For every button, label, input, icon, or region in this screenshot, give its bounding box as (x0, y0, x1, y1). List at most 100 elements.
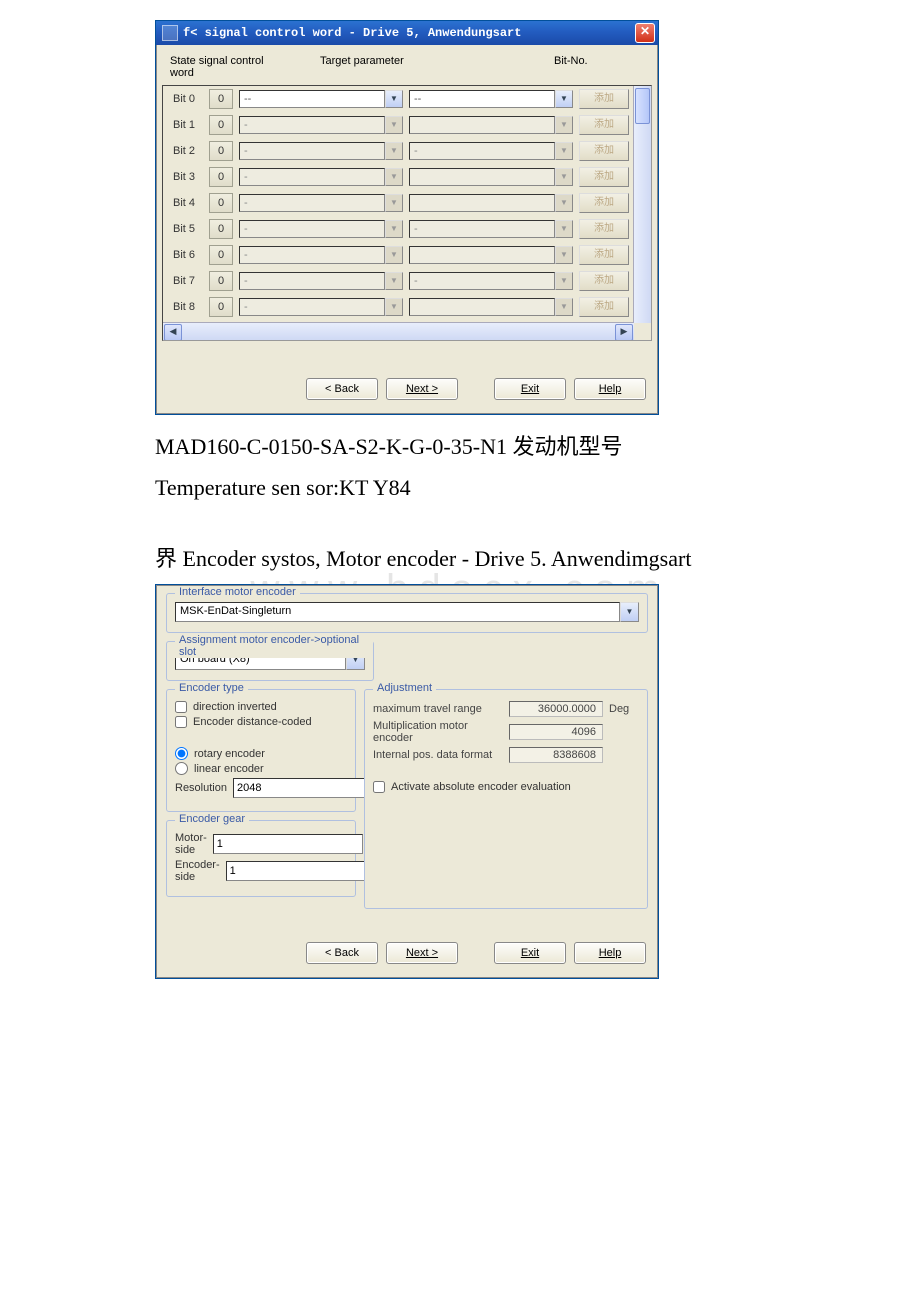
bit-value: 0 (209, 141, 233, 161)
assignment-legend: Assignment motor encoder->optional slot (175, 634, 373, 658)
target-parameter-combo: -▼ (239, 194, 403, 212)
next-button[interactable]: Next > (386, 378, 458, 400)
close-icon[interactable]: ✕ (635, 23, 655, 43)
bit-label: Bit 0 (173, 93, 203, 105)
assignment-fieldset: Assignment motor encoder->optional slot … (166, 641, 374, 681)
chevron-down-icon[interactable]: ▼ (620, 602, 639, 622)
scroll-right-icon[interactable]: ▶ (615, 324, 633, 341)
target-parameter-combo: -▼ (239, 142, 403, 160)
bit-value: 0 (209, 193, 233, 213)
motor-side-input[interactable] (213, 834, 363, 854)
target-parameter-combo[interactable]: --▼ (239, 90, 403, 108)
rotary-encoder-radio[interactable]: rotary encoder (175, 747, 347, 760)
bitno-combo: ▼ (409, 116, 573, 134)
target-parameter-combo: -▼ (239, 272, 403, 290)
chevron-down-icon[interactable]: ▼ (555, 90, 573, 108)
chevron-down-icon: ▼ (555, 298, 573, 316)
bitno-combo: -▼ (409, 142, 573, 160)
bit-label: Bit 8 (173, 301, 203, 313)
chevron-down-icon: ▼ (385, 246, 403, 264)
adjustment-fieldset: Adjustment maximum travel range 36000.00… (364, 689, 648, 909)
encoder-gear-legend: Encoder gear (175, 813, 249, 825)
horizontal-scrollbar[interactable]: ◀ ▶ (163, 322, 634, 340)
bit-label: Bit 4 (173, 197, 203, 209)
bit-value: 0 (209, 245, 233, 265)
exit-button[interactable]: Exit (494, 942, 566, 964)
header-bitno: Bit-No. (544, 55, 644, 79)
interface-combo[interactable]: MSK-EnDat-Singleturn ▼ (175, 602, 639, 622)
add-button: 添加 (579, 271, 629, 291)
add-button: 添加 (579, 219, 629, 239)
bit-row: Bit 30-▼▼添加 (163, 164, 651, 190)
bit-value: 0 (209, 297, 233, 317)
internal-format-value: 8388608 (509, 747, 603, 763)
direction-inverted-checkbox[interactable]: direction inverted (175, 701, 347, 713)
chevron-down-icon: ▼ (385, 220, 403, 238)
wizard-buttons: < Back Next > Exit Help (156, 341, 658, 414)
next-button[interactable]: Next > (386, 942, 458, 964)
distance-coded-checkbox[interactable]: Encoder distance-coded (175, 716, 347, 728)
bitno-combo: ▼ (409, 246, 573, 264)
exit-button[interactable]: Exit (494, 378, 566, 400)
bit-row: Bit 50-▼-▼添加 (163, 216, 651, 242)
add-button: 添加 (579, 167, 629, 187)
add-button: 添加 (579, 115, 629, 135)
interface-legend: Interface motor encoder (175, 586, 300, 598)
bitno-combo[interactable]: --▼ (409, 90, 573, 108)
chevron-down-icon[interactable]: ▼ (385, 90, 403, 108)
target-parameter-combo: -▼ (239, 116, 403, 134)
chevron-down-icon: ▼ (555, 272, 573, 290)
bit-value: 0 (209, 115, 233, 135)
interface-fieldset: Interface motor encoder MSK-EnDat-Single… (166, 593, 648, 633)
bit-label: Bit 1 (173, 119, 203, 131)
titlebar[interactable]: f< signal control word - Drive 5, Anwend… (156, 21, 658, 45)
add-button: 添加 (579, 297, 629, 317)
encoder-type-fieldset: Encoder type direction inverted Encoder … (166, 689, 356, 812)
bit-row: Bit 2 0 -▼ -▼ 添加 (163, 138, 651, 164)
help-button[interactable]: Help (574, 378, 646, 400)
chevron-down-icon: ▼ (385, 298, 403, 316)
multiplication-value: 4096 (509, 724, 603, 740)
back-button[interactable]: < Back (306, 942, 378, 964)
chevron-down-icon: ▼ (555, 220, 573, 238)
bitno-combo: ▼ (409, 168, 573, 186)
encoder-window: Interface motor encoder MSK-EnDat-Single… (155, 584, 659, 979)
max-travel-row: maximum travel range 36000.0000 Deg (373, 701, 639, 717)
chevron-down-icon: ▼ (555, 116, 573, 134)
bit-row: Bit 10-▼▼添加 (163, 112, 651, 138)
vertical-scrollbar[interactable] (633, 86, 651, 323)
bitno-combo: ▼ (409, 298, 573, 316)
bitno-combo: ▼ (409, 194, 573, 212)
adjustment-legend: Adjustment (373, 682, 436, 694)
chevron-down-icon: ▼ (385, 142, 403, 160)
add-button: 添加 (579, 141, 629, 161)
bit-label: Bit 3 (173, 171, 203, 183)
chevron-down-icon: ▼ (555, 194, 573, 212)
bit-value: 0 (209, 219, 233, 239)
wizard-buttons: < Back Next > Exit Help (156, 917, 658, 978)
back-button[interactable]: < Back (306, 378, 378, 400)
chevron-down-icon: ▼ (385, 272, 403, 290)
activate-absolute-checkbox[interactable]: Activate absolute encoder evaluation (373, 781, 639, 793)
scroll-left-icon[interactable]: ◀ (164, 324, 182, 341)
bit-label: Bit 5 (173, 223, 203, 235)
bit-label: Bit 7 (173, 275, 203, 287)
add-button: 添加 (579, 245, 629, 265)
help-button[interactable]: Help (574, 942, 646, 964)
bit-row: Bit 60-▼▼添加 (163, 242, 651, 268)
bit-label: Bit 2 (173, 145, 203, 157)
motor-side-field: Motor-side (175, 832, 347, 856)
bit-list: Bit 00--▼--▼添加Bit 10-▼▼添加Bit 20-▼-▼添加Bit… (162, 85, 652, 341)
scroll-thumb[interactable] (635, 88, 650, 124)
encoder-side-input[interactable] (226, 861, 376, 881)
chevron-down-icon: ▼ (385, 194, 403, 212)
linear-encoder-radio[interactable]: linear encoder (175, 762, 347, 775)
resolution-field: Resolution TP/U (175, 778, 347, 798)
header-state: State signal control word (170, 55, 290, 79)
add-button: 添加 (579, 89, 629, 109)
chevron-down-icon: ▼ (555, 142, 573, 160)
target-parameter-combo: -▼ (239, 168, 403, 186)
resolution-input[interactable] (233, 778, 383, 798)
bit-row: Bit 40-▼▼添加 (163, 190, 651, 216)
chevron-down-icon: ▼ (385, 116, 403, 134)
